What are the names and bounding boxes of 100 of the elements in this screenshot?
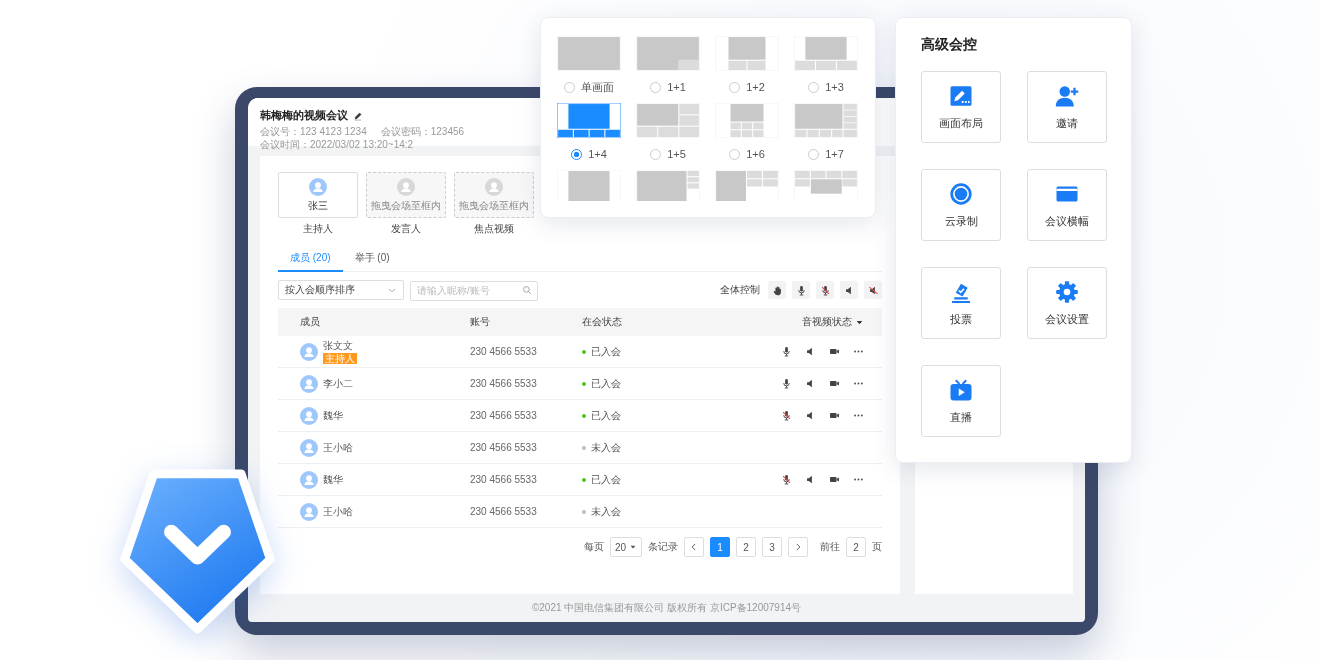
caret-down-icon xyxy=(629,543,637,551)
control-tile[interactable]: 画面布局 xyxy=(921,71,1001,143)
drop-hint: 拖曳会场至框内 xyxy=(371,198,441,213)
meeting-info: 会议号：123 4123 1234 xyxy=(260,126,367,138)
edit-icon[interactable] xyxy=(353,110,363,121)
column-header: 在会状态 xyxy=(582,315,623,329)
chevron-right-icon xyxy=(793,542,803,552)
control-tile[interactable]: 邀请 xyxy=(1027,71,1107,143)
member-name: 王小哈 xyxy=(323,440,353,455)
camera-icon[interactable] xyxy=(829,474,840,485)
pager-label: 前往 xyxy=(820,540,840,554)
camera-icon[interactable] xyxy=(829,346,840,357)
speaker-muted-icon xyxy=(867,284,879,296)
layout-option-label: 1+2 xyxy=(746,81,765,93)
tab[interactable]: 举手 (0) xyxy=(342,246,402,272)
account-cell-text: 230 4566 5533 xyxy=(470,474,538,485)
toolbar-button[interactable] xyxy=(864,281,882,299)
user-avatar-icon xyxy=(300,406,318,425)
edit-screen-icon xyxy=(949,83,973,108)
hand-icon xyxy=(771,284,783,296)
tab[interactable]: 成员 (20) xyxy=(278,246,343,272)
user-avatar-icon xyxy=(300,374,318,393)
microphone-icon[interactable] xyxy=(781,346,792,357)
pager-label: 页 xyxy=(872,540,882,554)
toolbar-button[interactable] xyxy=(792,281,810,299)
column-header: 成员 xyxy=(300,315,321,329)
page-number-input[interactable]: 2 xyxy=(846,537,866,557)
column-header: 账号 xyxy=(470,315,491,329)
status-text: 已入会 xyxy=(591,376,621,391)
status-text: 已入会 xyxy=(591,344,621,359)
account-cell-text: 230 4566 5533 xyxy=(470,378,538,389)
control-tile[interactable]: 投票 xyxy=(921,267,1001,339)
pager-label: 每页 xyxy=(583,540,604,554)
slot-label: 焦点视频 xyxy=(474,222,514,236)
tv-play-icon xyxy=(949,377,973,402)
member-name: 张文文 xyxy=(323,339,353,353)
panel-title: 高级会控 xyxy=(921,36,978,54)
account-cell-text: 230 4566 5533 xyxy=(470,346,538,357)
video-slot[interactable]: 张三 xyxy=(278,172,358,218)
layout-option-label: 1+1 xyxy=(667,81,686,93)
chevron-down-icon xyxy=(387,285,397,295)
layout-option-label: 1+7 xyxy=(825,148,844,160)
radio-button[interactable] xyxy=(571,148,583,160)
camera-icon[interactable] xyxy=(829,410,840,421)
sort-dropdown[interactable]: 按入会顺序排序 xyxy=(278,280,404,300)
meeting-info: 会议密码：123456 xyxy=(380,126,465,138)
user-avatar-icon xyxy=(300,342,318,361)
role-tag: 主持人 xyxy=(323,353,357,364)
status-text: 已入会 xyxy=(591,472,621,487)
layout-option-label: 1+3 xyxy=(825,81,844,93)
record-icon xyxy=(949,181,973,206)
slot-label: 主持人 xyxy=(303,222,333,236)
radio-button[interactable] xyxy=(564,81,575,93)
slot-label: 发言人 xyxy=(391,222,421,236)
member-name: 魏华 xyxy=(323,408,343,423)
radio-button[interactable] xyxy=(808,81,820,93)
microphone-muted-icon[interactable] xyxy=(781,410,792,421)
meeting-info: 会议时间：2022/03/02 13:20~14:2 xyxy=(260,139,414,151)
page-size-dropdown[interactable]: 20 xyxy=(609,537,642,557)
radio-button[interactable] xyxy=(650,81,662,93)
toolbar-button[interactable] xyxy=(768,281,786,299)
control-tile[interactable]: 直播 xyxy=(921,365,1001,437)
all-control-label: 全体控制 xyxy=(720,283,760,297)
status-text: 已入会 xyxy=(591,408,621,423)
layout-option-label: 1+6 xyxy=(746,148,765,160)
radio-button[interactable] xyxy=(808,148,820,160)
microphone-icon[interactable] xyxy=(781,378,792,389)
layout-option-label: 1+5 xyxy=(667,148,686,160)
member-name: 魏华 xyxy=(323,472,343,487)
settings-icon xyxy=(1055,279,1079,304)
account-cell-text: 230 4566 5533 xyxy=(470,506,538,517)
search-icon xyxy=(522,285,532,295)
account-cell-text: 230 4566 5533 xyxy=(470,410,538,421)
radio-button[interactable] xyxy=(650,148,662,160)
chevron-left-icon xyxy=(689,542,699,552)
user-avatar-icon xyxy=(300,438,318,457)
status-text: 未入会 xyxy=(591,440,621,455)
page-button[interactable]: 3 xyxy=(762,537,782,557)
page-button[interactable]: 2 xyxy=(736,537,756,557)
microphone-muted-icon[interactable] xyxy=(781,474,792,485)
meeting-title: 韩梅梅的视频会议 xyxy=(260,108,348,123)
control-tile[interactable]: 会议横幅 xyxy=(1027,169,1107,241)
layout-thumbnail[interactable] xyxy=(557,103,621,138)
toolbar-button[interactable] xyxy=(816,281,834,299)
radio-button[interactable] xyxy=(729,148,741,160)
control-tile[interactable]: 云录制 xyxy=(921,169,1001,241)
empty-video-slot[interactable]: 拖曳会场至框内 xyxy=(454,172,534,218)
copyright-text: ©2021 中国电信集团有限公司 版权所有 京ICP备12007914号 xyxy=(531,601,802,615)
user-avatar-icon xyxy=(397,177,415,196)
empty-video-slot[interactable]: 拖曳会场至框内 xyxy=(366,172,446,218)
control-tile[interactable]: 会议设置 xyxy=(1027,267,1107,339)
member-name: 王小哈 xyxy=(323,504,353,519)
column-header: 音视频状态 xyxy=(802,315,852,329)
microphone-muted-icon xyxy=(819,284,831,296)
camera-icon[interactable] xyxy=(829,378,840,389)
toolbar-button[interactable] xyxy=(840,281,858,299)
add-user-icon xyxy=(1055,83,1079,108)
layout-option-label: 1+4 xyxy=(588,148,607,160)
radio-button[interactable] xyxy=(729,81,741,93)
user-avatar-icon xyxy=(309,177,327,196)
